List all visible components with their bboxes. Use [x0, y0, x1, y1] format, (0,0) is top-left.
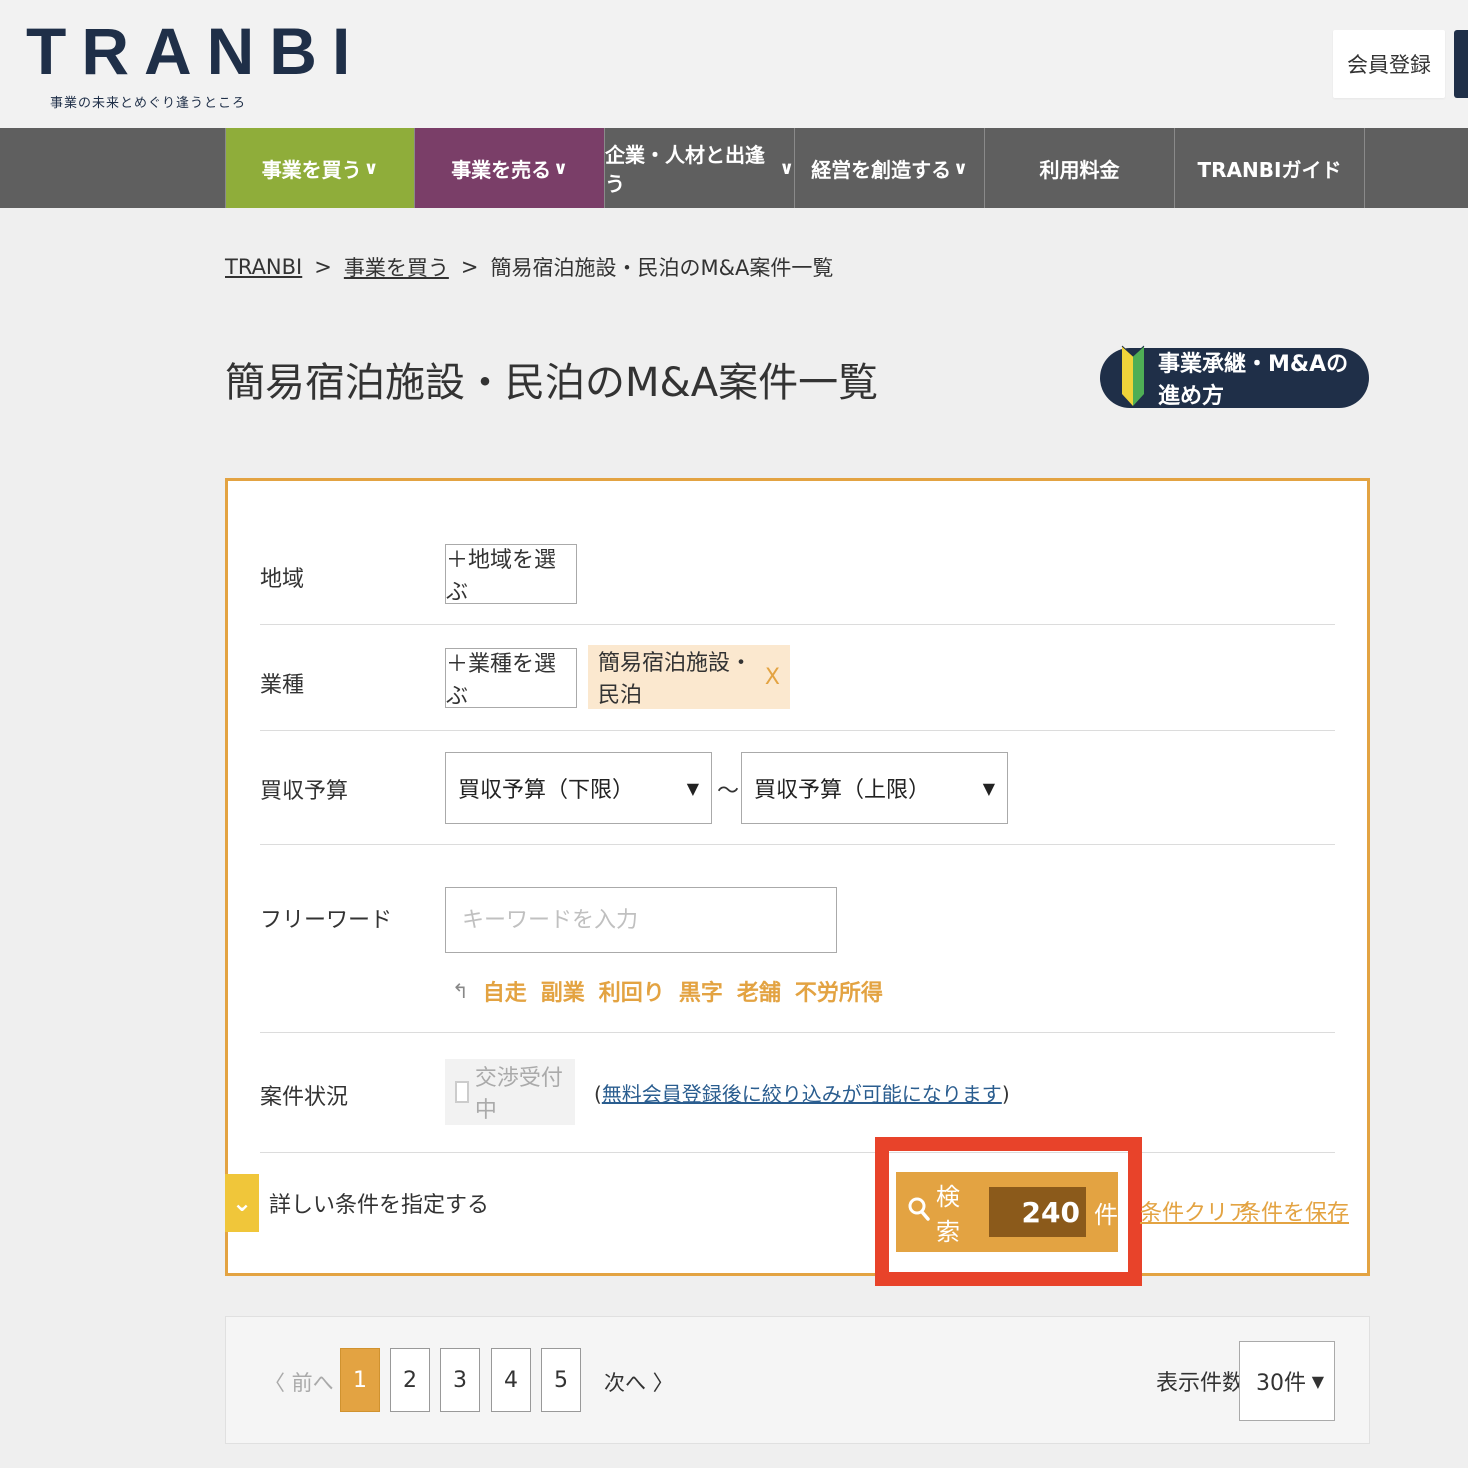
dropdown-arrow-icon: ▼ [1311, 1371, 1324, 1391]
status-label: 案件状況 [260, 1085, 349, 1110]
search-panel: 地域 ＋地域を選ぶ 業種 ＋業種を選ぶ 簡易宿泊施設・民泊 X 買収予算 買収予… [225, 478, 1370, 1286]
industry-label: 業種 [260, 673, 305, 698]
nav-sell-label: 事業を売る [451, 157, 552, 182]
nav-buy-label: 事業を買う [261, 157, 362, 182]
logo-tagline: 事業の未来とめぐり逢うところ [50, 96, 247, 111]
double-chevron-down-icon: ⌄ [225, 1174, 259, 1232]
breadcrumb-separator: > [460, 255, 479, 279]
chevron-down-icon: ∨ [363, 157, 379, 179]
nav-guide[interactable]: TRANBIガイド [1175, 128, 1365, 208]
guide-button-label: 事業承継・M&Aの進め方 [1158, 352, 1349, 409]
page-button[interactable]: 4 [491, 1348, 531, 1412]
breadcrumb-current: 簡易宿泊施設・民泊のM&A案件一覧 [490, 256, 834, 280]
select-industry-button[interactable]: ＋業種を選ぶ [445, 648, 577, 709]
keyword-suggestion[interactable]: 利回り [599, 975, 665, 1007]
budget-label: 買収予算 [260, 779, 349, 804]
corner-arrow-icon: ↰ [452, 979, 469, 1003]
tranbi-logo[interactable]: TRANBI 事業の未来とめぐり逢うところ [26, 18, 365, 111]
nav-pricing-label: 利用料金 [1039, 157, 1120, 182]
freeword-label: フリーワード [260, 908, 393, 933]
keyword-suggestion[interactable]: 不労所得 [795, 975, 883, 1007]
save-conditions-link[interactable]: 条件を保存 [1239, 1195, 1349, 1227]
breadcrumb-separator: > [314, 255, 332, 279]
page-title: 簡易宿泊施設・民泊のM&A案件一覧 [225, 360, 879, 406]
nav-create[interactable]: 経営を創造する ∨ [795, 128, 985, 208]
beginner-mark-icon [1121, 345, 1145, 406]
chevron-down-icon: ∨ [953, 157, 968, 179]
per-page-label: 表示件数 [1156, 1371, 1245, 1396]
search-button[interactable]: 検索 240 件 [896, 1172, 1118, 1252]
status-option-label: 交渉受付中 [474, 1066, 563, 1123]
breadcrumb: TRANBI > 事業を買う > 簡易宿泊施設・民泊のM&A案件一覧 [225, 252, 833, 282]
nav-buy[interactable]: 事業を買う ∨ [225, 128, 415, 208]
keyword-suggestion[interactable]: 副業 [541, 975, 585, 1007]
advanced-conditions-toggle[interactable]: ⌄ 詳しい条件を指定する [225, 1174, 489, 1232]
nav-sell[interactable]: 事業を売る ∨ [415, 128, 605, 208]
budget-min-select[interactable]: 買収予算（下限） ▼ [445, 752, 712, 824]
budget-row: 買収予算 買収予算（下限） ▼ ～ 買収予算（上限） ▼ [260, 731, 1335, 845]
nav-meet-label: 企業・人材と出逢う [605, 143, 765, 196]
suggested-keywords: ↰ 自走 副業 利回り 黒字 老舗 不労所得 [452, 975, 883, 1007]
status-note: (無料会員登録後に絞り込みが可能になります) [594, 1082, 1010, 1106]
status-row: 案件状況 交渉受付中 (無料会員登録後に絞り込みが可能になります) [260, 1033, 1335, 1153]
breadcrumb-home[interactable]: TRANBI [225, 255, 302, 279]
industry-chip: 簡易宿泊施設・民泊 X [588, 645, 790, 709]
freeword-row: フリーワード ↰ 自走 副業 利回り 黒字 老舗 不労所得 [260, 845, 1335, 1033]
pagination-bar: 〈 前へ 1 2 3 4 5 次へ 〉 表示件数 30件 ▼ [225, 1316, 1370, 1444]
industry-row: 業種 ＋業種を選ぶ 簡易宿泊施設・民泊 X [260, 625, 1335, 731]
dropdown-arrow-icon: ▼ [686, 778, 699, 798]
page-button[interactable]: 5 [541, 1348, 581, 1412]
result-count: 240 [989, 1187, 1086, 1237]
prev-page-link[interactable]: 〈 前へ [264, 1367, 334, 1397]
page-button[interactable]: 1 [340, 1348, 380, 1412]
logo-wordmark: TRANBI [26, 14, 366, 88]
nav-meet[interactable]: 企業・人材と出逢う ∨ [605, 128, 795, 208]
checkbox-icon [455, 1081, 469, 1103]
chevron-down-icon: ∨ [779, 157, 794, 179]
nav-pricing[interactable]: 利用料金 [985, 128, 1175, 208]
advanced-conditions-label: 詳しい条件を指定する [269, 1193, 490, 1218]
budget-max-select[interactable]: 買収予算（上限） ▼ [741, 752, 1008, 824]
status-negotiating-checkbox[interactable]: 交渉受付中 [445, 1059, 575, 1125]
select-region-button[interactable]: ＋地域を選ぶ [445, 544, 577, 605]
keyword-suggestion[interactable]: 黒字 [679, 975, 723, 1007]
region-label: 地域 [260, 567, 305, 592]
signup-button[interactable]: 会員登録 [1333, 30, 1445, 98]
per-page-value: 30件 [1256, 1371, 1306, 1396]
login-button-edge[interactable] [1454, 30, 1468, 98]
breadcrumb-buy[interactable]: 事業を買う [344, 252, 449, 282]
ma-guide-button[interactable]: 事業承継・M&Aの進め方 [1100, 345, 1369, 409]
industry-chip-label: 簡易宿泊施設・民泊 [598, 651, 753, 708]
site-header: TRANBI 事業の未来とめぐり逢うところ 会員登録 [0, 0, 1468, 128]
region-row: 地域 ＋地域を選ぶ [260, 521, 1335, 625]
nav-create-label: 経営を創造する [811, 157, 952, 182]
clear-conditions-link[interactable]: 条件クリア [1140, 1195, 1250, 1227]
budget-max-value: 買収予算（上限） [754, 778, 931, 803]
search-icon [908, 1197, 930, 1227]
page-button[interactable]: 3 [440, 1348, 480, 1412]
chevron-down-icon: ∨ [553, 157, 568, 179]
search-button-label: 検索 [936, 1183, 960, 1246]
per-page-select[interactable]: 30件 ▼ [1239, 1341, 1335, 1421]
keyword-suggestion[interactable]: 老舗 [737, 975, 781, 1007]
keyword-input[interactable] [445, 887, 837, 953]
free-signup-link[interactable]: 無料会員登録後に絞り込みが可能になります [602, 1082, 1002, 1106]
dropdown-arrow-icon: ▼ [982, 778, 995, 798]
budget-range-separator: ～ [717, 779, 740, 804]
page-button[interactable]: 2 [390, 1348, 430, 1412]
nav-guide-label: TRANBIガイド [1197, 157, 1342, 182]
keyword-suggestion[interactable]: 自走 [483, 975, 527, 1007]
result-count-unit: 件 [1094, 1200, 1118, 1229]
global-nav: 事業を買う ∨ 事業を売る ∨ 企業・人材と出逢う ∨ 経営を創造する ∨ 利用料金 T… [0, 128, 1468, 208]
remove-icon[interactable]: X [765, 665, 780, 690]
next-page-link[interactable]: 次へ 〉 [604, 1367, 674, 1397]
budget-min-value: 買収予算（下限） [458, 778, 635, 803]
